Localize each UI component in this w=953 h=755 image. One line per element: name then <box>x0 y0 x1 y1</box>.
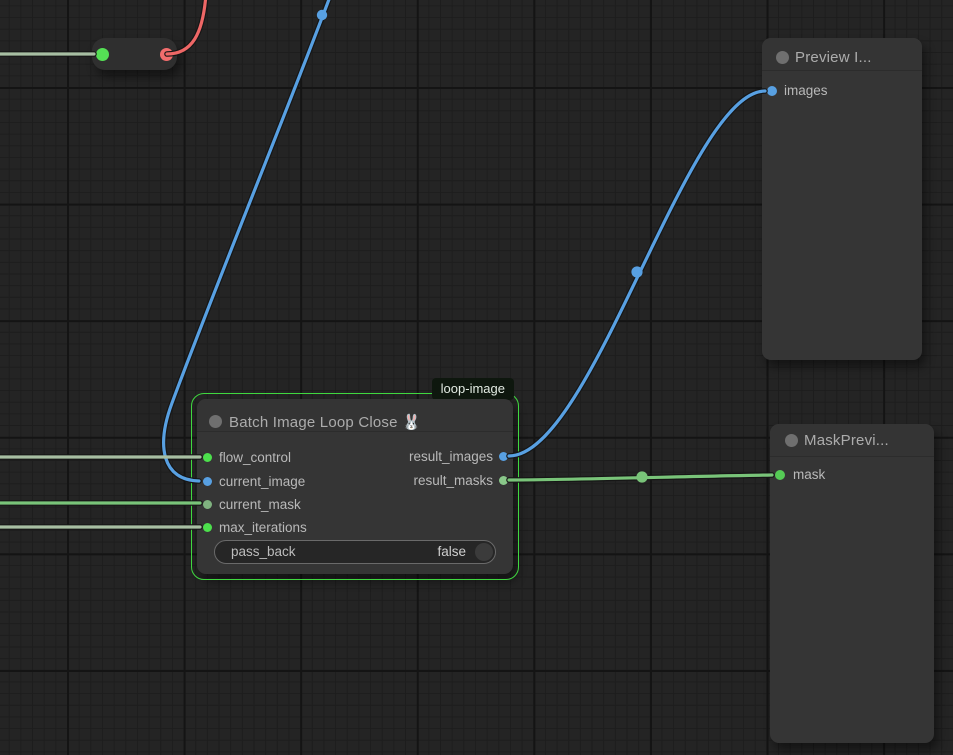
link-dot-result-images[interactable] <box>631 266 642 277</box>
input-dot-max-iterations[interactable] <box>203 523 212 532</box>
widget-label: pass_back <box>231 544 296 559</box>
link-dot-current-image[interactable] <box>317 10 327 20</box>
node-title: MaskPrevi... <box>804 432 889 449</box>
widget-value: false <box>437 544 466 559</box>
input-dot-mask[interactable] <box>775 470 785 480</box>
link-dot-result-masks[interactable] <box>636 471 647 482</box>
collapse-toggle-icon[interactable] <box>785 434 798 447</box>
collapsed-node-output-dot[interactable] <box>160 48 173 61</box>
mask-preview-node[interactable]: MaskPrevi... mask <box>770 424 934 743</box>
node-title-badge: loop-image <box>432 378 514 400</box>
wire-result-images-to-preview <box>509 91 765 456</box>
output-dot-result-masks[interactable] <box>499 476 508 485</box>
collapse-toggle-icon[interactable] <box>209 415 222 428</box>
node-titlebar[interactable]: Preview I... <box>762 38 922 71</box>
node-graph-canvas[interactable]: { "collapsed_node": { "input_color": "#5… <box>0 0 953 755</box>
input-label-images: images <box>784 83 828 98</box>
node-titlebar[interactable]: MaskPrevi... <box>770 424 934 457</box>
input-dot-images[interactable] <box>767 86 777 96</box>
collapse-toggle-icon[interactable] <box>776 51 789 64</box>
batch-image-loop-close-node[interactable]: loop-image Batch Image Loop Close 🐰 flow… <box>197 399 513 574</box>
pass-back-toggle-widget[interactable]: pass_back false <box>214 540 496 564</box>
input-label-flow-control: flow_control <box>219 450 291 465</box>
output-label-result-masks: result_masks <box>413 473 493 488</box>
preview-image-node[interactable]: Preview I... images <box>762 38 922 360</box>
wire-result-masks-to-mask-preview <box>509 475 772 480</box>
toggle-knob-icon[interactable] <box>475 543 493 561</box>
node-titlebar[interactable]: Batch Image Loop Close 🐰 <box>197 399 513 432</box>
input-dot-current-mask[interactable] <box>203 500 212 509</box>
output-dot-result-images[interactable] <box>499 452 508 461</box>
node-title: Preview I... <box>795 49 872 66</box>
collapsed-node[interactable] <box>92 38 177 70</box>
input-label-current-mask: current_mask <box>219 497 301 512</box>
node-title: Batch Image Loop Close 🐰 <box>229 413 421 431</box>
collapsed-node-input-dot[interactable] <box>96 48 109 61</box>
input-label-max-iterations: max_iterations <box>219 520 307 535</box>
input-dot-current-image[interactable] <box>203 477 212 486</box>
input-dot-flow-control[interactable] <box>203 453 212 462</box>
output-label-result-images: result_images <box>409 449 493 464</box>
input-label-current-image: current_image <box>219 474 305 489</box>
input-label-mask: mask <box>793 467 825 482</box>
